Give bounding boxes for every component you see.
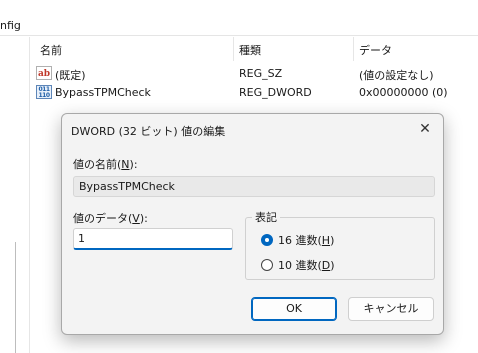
value-name: BypassTPMCheck bbox=[55, 86, 151, 99]
radio-dec-text: 10 進数( bbox=[278, 259, 322, 272]
string-value-icon: ab bbox=[36, 66, 52, 80]
ok-button[interactable]: OK bbox=[251, 297, 337, 321]
column-name[interactable]: 名前 bbox=[40, 42, 62, 58]
radio-hex-end: ) bbox=[330, 234, 335, 247]
radio-dec-label: 10 進数(D) bbox=[278, 257, 335, 273]
radio-hexadecimal[interactable]: 16 進数(H) bbox=[261, 232, 334, 248]
value-data-label: 値のデータ(V): bbox=[73, 210, 148, 226]
value-name-label-text: 値の名前( bbox=[73, 158, 122, 171]
binary-value-icon: 011 110 bbox=[36, 85, 52, 99]
radio-dec-end: ) bbox=[330, 259, 335, 272]
list-item-bypasstpmcheck[interactable]: 011 110 BypassTPMCheck REG_DWORD 0x00000… bbox=[31, 84, 478, 102]
value-type: REG_SZ bbox=[239, 67, 283, 80]
value-data: 0x00000000 (0) bbox=[359, 86, 448, 99]
column-divider[interactable] bbox=[353, 37, 354, 61]
dialog-title: DWORD (32 ビット) 値の編集 bbox=[71, 125, 226, 138]
tree-connector-line bbox=[15, 242, 16, 353]
radio-decimal[interactable]: 10 進数(D) bbox=[261, 257, 335, 273]
list-item-default[interactable]: ab (既定) REG_SZ (値の設定なし) bbox=[31, 65, 478, 83]
close-icon[interactable]: ✕ bbox=[413, 117, 437, 141]
value-name-label-end: ): bbox=[129, 158, 138, 171]
registry-editor-window: nfig 名前 種類 データ ab (既定) REG_SZ (値の設定なし) 0… bbox=[0, 0, 478, 353]
radio-hex-access-key: H bbox=[321, 234, 331, 247]
column-type[interactable]: 種類 bbox=[239, 42, 261, 58]
value-name-field: BypassTPMCheck bbox=[73, 176, 435, 197]
value-name-access-key: N bbox=[121, 158, 130, 171]
value-data-access-key: V bbox=[132, 212, 140, 225]
value-data-input[interactable] bbox=[73, 228, 233, 250]
radio-hex-label: 16 進数(H) bbox=[278, 232, 334, 248]
value-name: (既定) bbox=[55, 69, 86, 82]
address-text: nfig bbox=[0, 19, 21, 32]
edit-dword-dialog: DWORD (32 ビット) 値の編集 ✕ 値の名前(N): BypassTPM… bbox=[61, 113, 444, 335]
radio-selected-icon bbox=[261, 234, 273, 246]
column-header-row: 名前 種類 データ bbox=[31, 37, 478, 61]
value-data-label-end: ): bbox=[139, 212, 148, 225]
value-data-label-text: 値のデータ( bbox=[73, 212, 133, 225]
tree-pane[interactable] bbox=[0, 37, 30, 353]
base-group-title: 表記 bbox=[252, 209, 280, 225]
value-data: (値の設定なし) bbox=[359, 69, 434, 82]
column-divider[interactable] bbox=[233, 37, 234, 61]
radio-dec-access-key: D bbox=[321, 259, 331, 272]
radio-unselected-icon bbox=[261, 259, 273, 271]
column-data[interactable]: データ bbox=[359, 42, 392, 58]
radio-hex-text: 16 進数( bbox=[278, 234, 322, 247]
value-name-label: 値の名前(N): bbox=[73, 156, 138, 172]
cancel-button[interactable]: キャンセル bbox=[348, 297, 434, 321]
address-bar[interactable]: nfig bbox=[0, 16, 478, 36]
value-type: REG_DWORD bbox=[239, 86, 312, 99]
